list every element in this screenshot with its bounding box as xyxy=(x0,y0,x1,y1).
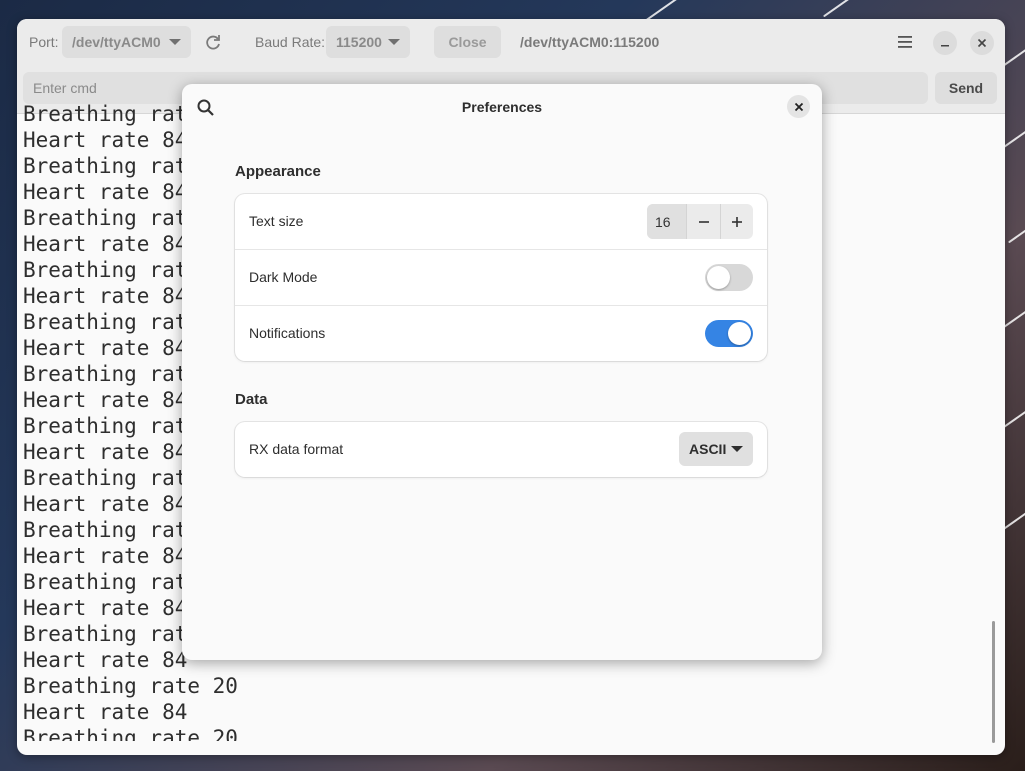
port-value: /dev/ttyACM0 xyxy=(72,34,161,50)
close-icon xyxy=(794,102,803,111)
appearance-section-title: Appearance xyxy=(235,163,321,180)
minimize-button[interactable] xyxy=(933,31,957,55)
terminal-line: Breathing rate 20 xyxy=(23,726,238,741)
rx-format-label: RX data format xyxy=(249,441,344,457)
menu-icon[interactable] xyxy=(896,34,914,50)
rx-format-value: ASCII xyxy=(689,441,727,457)
baud-rate-label: Baud Rate: xyxy=(255,34,326,50)
close-port-button[interactable]: Close xyxy=(434,26,501,58)
close-icon xyxy=(977,38,987,48)
header-bar: Port: /dev/ttyACM0 Baud Rate: 115200 Clo… xyxy=(17,19,1005,65)
minimize-icon xyxy=(941,45,949,47)
notifications-toggle[interactable] xyxy=(705,320,753,347)
text-size-row: Text size 16 xyxy=(235,194,767,250)
toggle-knob xyxy=(728,322,751,345)
text-size-value[interactable]: 16 xyxy=(647,204,687,239)
data-section-title: Data xyxy=(235,391,268,408)
minus-icon xyxy=(698,220,709,223)
preferences-dialog: Preferences Appearance Text size 16 Dark… xyxy=(182,84,822,660)
notifications-label: Notifications xyxy=(249,325,326,341)
data-card: RX data format ASCII xyxy=(235,422,767,477)
toggle-knob xyxy=(707,266,730,289)
terminal-line: Heart rate 84 xyxy=(23,700,188,724)
port-dropdown[interactable]: /dev/ttyACM0 xyxy=(62,26,191,58)
chevron-down-icon xyxy=(731,446,743,452)
rx-format-dropdown[interactable]: ASCII xyxy=(679,432,753,466)
dark-mode-label: Dark Mode xyxy=(249,269,318,285)
notifications-row: Notifications xyxy=(235,306,767,361)
connection-status: /dev/ttyACM0:115200 xyxy=(520,34,660,50)
chevron-down-icon xyxy=(388,39,400,45)
dark-mode-toggle[interactable] xyxy=(705,264,753,291)
port-label: Port: xyxy=(29,34,59,50)
baud-rate-value: 115200 xyxy=(336,34,382,50)
appearance-card: Text size 16 Dark Mode Notifications xyxy=(235,194,767,361)
plus-icon xyxy=(731,216,742,227)
dialog-close-button[interactable] xyxy=(787,95,810,118)
chevron-down-icon xyxy=(169,39,181,45)
window-close-button[interactable] xyxy=(970,31,994,55)
text-size-label: Text size xyxy=(249,213,304,229)
dark-mode-row: Dark Mode xyxy=(235,250,767,306)
text-size-stepper: 16 xyxy=(647,204,753,239)
baud-rate-dropdown[interactable]: 115200 xyxy=(326,26,410,58)
terminal-scrollbar[interactable] xyxy=(992,621,995,743)
send-button[interactable]: Send xyxy=(935,72,997,104)
refresh-icon[interactable] xyxy=(204,33,222,51)
increase-text-size-button[interactable] xyxy=(719,204,753,239)
rx-format-row: RX data format ASCII xyxy=(235,422,767,477)
decrease-text-size-button[interactable] xyxy=(686,204,719,239)
terminal-line: Breathing rate 20 xyxy=(23,674,238,698)
dialog-title: Preferences xyxy=(461,99,543,115)
